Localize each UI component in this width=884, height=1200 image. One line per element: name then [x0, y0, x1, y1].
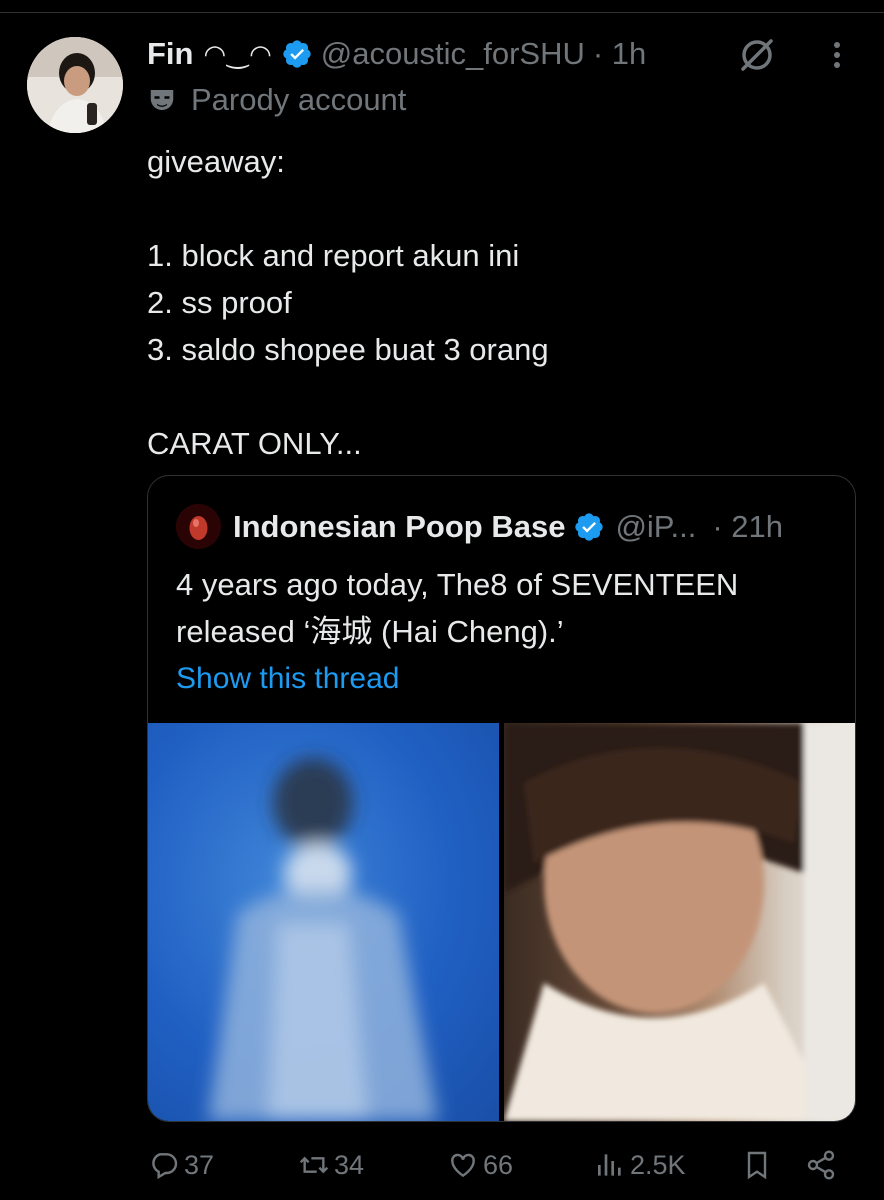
quoted-tweet-line: released ‘海城 (Hai Cheng).’	[176, 614, 564, 649]
verified-badge-icon	[283, 40, 311, 68]
tweet-line: 3. saldo shopee buat 3 orang	[147, 332, 549, 367]
media-image-blurred-figure[interactable]	[148, 723, 499, 1121]
quoted-tweet[interactable]: Indonesian Poop Base @iP... · 21h 4 year…	[147, 475, 856, 1122]
tweet-line: 2. ss proof	[147, 285, 292, 320]
tweet-header: Fin ◠‿◠ @acoustic_forSHU · 1h	[147, 30, 646, 78]
views-button[interactable]: 2.5K	[594, 1143, 686, 1187]
divider	[0, 12, 884, 13]
tweet-line: giveaway:	[147, 144, 285, 179]
reply-icon	[152, 1153, 178, 1180]
like-icon	[451, 1153, 475, 1178]
tweet-text: giveaway: 1. block and report akun ini 2…	[147, 138, 847, 467]
author-avatar[interactable]	[27, 37, 123, 133]
tweet-line	[147, 185, 847, 232]
media-image-portrait[interactable]	[504, 723, 855, 1121]
author-name[interactable]: Fin	[147, 36, 194, 72]
quoted-author-name[interactable]: Indonesian Poop Base	[233, 509, 565, 545]
tweet-line	[147, 373, 847, 420]
quoted-tweet-header: Indonesian Poop Base @iP... · 21h	[176, 504, 783, 549]
quoted-author-handle[interactable]: @iP...	[615, 509, 696, 545]
tweet-time[interactable]: · 1h	[593, 36, 646, 72]
repost-count: 34	[334, 1149, 365, 1180]
reply-count: 37	[184, 1149, 215, 1180]
tweet-line: CARAT ONLY...	[147, 426, 362, 461]
like-count: 66	[483, 1149, 514, 1180]
parody-label: Parody account	[147, 82, 406, 118]
views-count: 2.5K	[630, 1149, 686, 1180]
views-icon	[598, 1154, 621, 1176]
like-button[interactable]: 66	[447, 1143, 513, 1187]
repost-button[interactable]: 34	[298, 1143, 364, 1187]
repost-icon	[299, 1156, 329, 1174]
author-emoticon: ◠‿◠	[203, 38, 273, 69]
bookmark-button[interactable]	[741, 1143, 777, 1187]
author-handle[interactable]: @acoustic_forSHU	[321, 36, 585, 72]
quoted-tweet-text: 4 years ago today, The8 of SEVENTEEN rel…	[176, 561, 836, 655]
quoted-media[interactable]	[148, 723, 855, 1121]
more-icon[interactable]	[822, 33, 852, 77]
quoted-tweet-time[interactable]: · 21h	[712, 509, 783, 545]
grok-icon[interactable]	[735, 33, 779, 77]
action-bar: 37 34 66 2.5K	[0, 1143, 884, 1187]
reply-button[interactable]: 37	[148, 1143, 214, 1187]
bookmark-icon	[747, 1151, 767, 1180]
tweet-line: 1. block and report akun ini	[147, 238, 520, 273]
parody-label-text: Parody account	[191, 82, 407, 117]
show-thread-link[interactable]: Show this thread	[176, 662, 399, 696]
verified-badge-icon	[575, 512, 604, 541]
share-icon	[807, 1150, 835, 1180]
quoted-tweet-line: 4 years ago today, The8 of SEVENTEEN	[176, 567, 739, 602]
share-button[interactable]	[805, 1143, 841, 1187]
parody-mask-icon	[150, 90, 174, 110]
quoted-author-avatar[interactable]	[176, 504, 221, 549]
